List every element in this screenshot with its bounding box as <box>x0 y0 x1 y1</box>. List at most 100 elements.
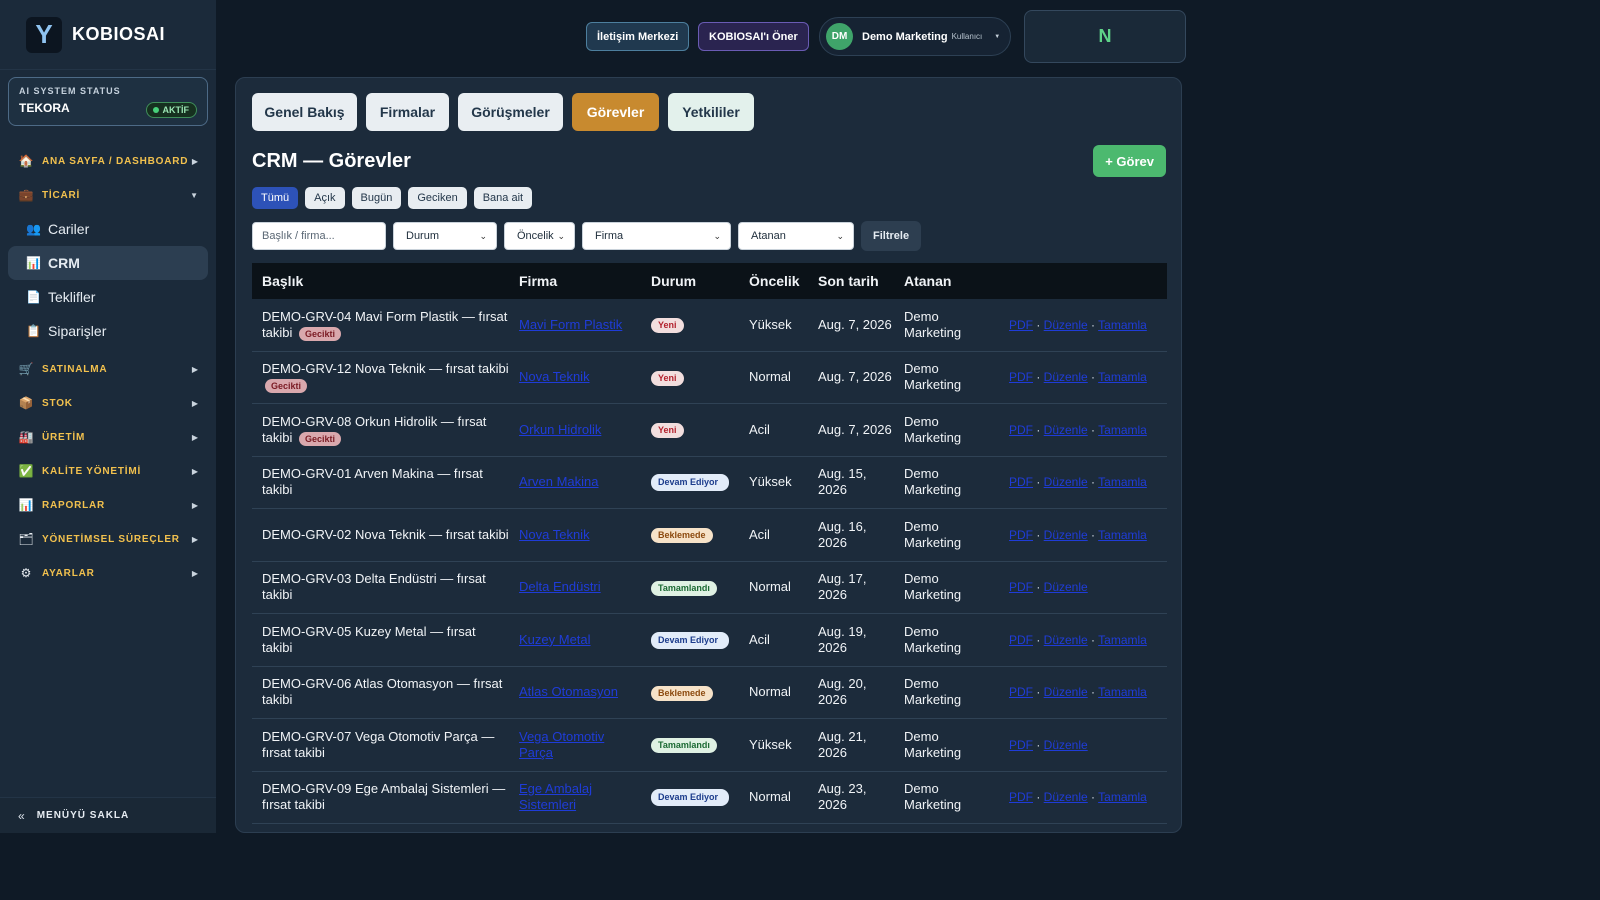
header-durum[interactable]: Durum <box>641 273 739 289</box>
collapse-menu-button[interactable]: « MENÜYÜ SAKLA <box>0 797 216 833</box>
sidebar-item-yonetimsel[interactable]: 🗂 YÖNETİMSEL SÜREÇLER ▶ <box>0 522 216 556</box>
actions-cell: PDF · Düzenle · Tamamla <box>1009 475 1147 490</box>
sidebar-item-dashboard[interactable]: 🏠 ANA SAYFA / DASHBOARD ▶ <box>0 144 216 178</box>
atanan-cell: Demo Marketing <box>904 676 962 708</box>
complete-link[interactable]: Tamamla <box>1098 423 1147 437</box>
firma-select[interactable]: Firma ⌄ <box>582 222 731 250</box>
firma-cell: Arven Makina <box>509 474 641 490</box>
firma-link[interactable]: Mavi Form Plastik <box>519 317 622 332</box>
firma-link[interactable]: Nova Teknik <box>519 369 590 384</box>
firma-link[interactable]: Ege Ambalaj Sistemleri <box>519 781 592 812</box>
actions-cell: PDF · Düzenle · Tamamla <box>1009 370 1147 385</box>
atanan-cell: Demo Marketing <box>904 361 962 393</box>
pdf-link[interactable]: PDF <box>1009 475 1033 489</box>
notification-box[interactable]: N <box>1024 10 1186 63</box>
tab-gorusmeler[interactable]: Görüşmeler <box>458 93 563 131</box>
edit-link[interactable]: Düzenle <box>1044 370 1088 384</box>
iletisim-merkezi-button[interactable]: İletişim Merkezi <box>586 22 690 51</box>
header-baslik[interactable]: Başlık <box>252 273 509 289</box>
edit-link[interactable]: Düzenle <box>1044 790 1088 804</box>
oner-button[interactable]: KOBIOSAI'ı Öner <box>698 22 809 51</box>
status-badge-label: AKTİF <box>162 105 190 115</box>
search-input[interactable]: Başlık / firma... <box>252 222 386 250</box>
complete-link[interactable]: Tamamla <box>1098 528 1147 542</box>
firma-link[interactable]: Kuzey Metal <box>519 632 591 647</box>
complete-link[interactable]: Tamamla <box>1098 685 1147 699</box>
atanan-select-value: Atanan <box>751 230 786 242</box>
firma-link[interactable]: Delta Endüstri <box>519 579 601 594</box>
firma-link[interactable]: Orkun Hidrolik <box>519 422 601 437</box>
task-title: DEMO-GRV-06 Atlas Otomasyon — fırsat tak… <box>262 676 503 708</box>
header-oncelik[interactable]: Öncelik <box>739 273 808 289</box>
complete-link[interactable]: Tamamla <box>1098 475 1147 489</box>
sidebar-item-label: Cariler <box>48 221 90 237</box>
brand[interactable]: Y KOBIOSAI <box>0 0 216 70</box>
edit-link[interactable]: Düzenle <box>1044 475 1088 489</box>
sidebar-item-siparisler[interactable]: 📋 Siparişler <box>8 314 208 348</box>
tab-genel-bakis[interactable]: Genel Bakış <box>252 93 357 131</box>
pdf-link[interactable]: PDF <box>1009 685 1033 699</box>
chevron-right-icon: ▶ <box>191 364 198 374</box>
sidebar-item-kalite[interactable]: ✅ KALİTE YÖNETİMİ ▶ <box>0 454 216 488</box>
firma-link[interactable]: Nova Teknik <box>519 527 590 542</box>
edit-link[interactable]: Düzenle <box>1044 528 1088 542</box>
sidebar-item-raporlar[interactable]: 📊 RAPORLAR ▶ <box>0 488 216 522</box>
pdf-link[interactable]: PDF <box>1009 528 1033 542</box>
pdf-link[interactable]: PDF <box>1009 790 1033 804</box>
durum-select[interactable]: Durum ⌄ <box>393 222 497 250</box>
complete-link[interactable]: Tamamla <box>1098 633 1147 647</box>
chip-bugun[interactable]: Bugün <box>351 187 402 209</box>
atanan-select[interactable]: Atanan ⌄ <box>738 222 854 250</box>
complete-link[interactable]: Tamamla <box>1098 370 1147 384</box>
edit-link[interactable]: Düzenle <box>1044 738 1088 752</box>
firma-cell: Ege Ambalaj Sistemleri <box>509 781 641 813</box>
son-tarih-cell: Aug. 7, 2026 <box>818 369 892 385</box>
tab-yetkililer[interactable]: Yetkililer <box>668 93 754 131</box>
chip-bana-ait[interactable]: Bana ait <box>473 187 533 209</box>
task-title: DEMO-GRV-03 Delta Endüstri — fırsat taki… <box>262 571 486 603</box>
sidebar-item-crm[interactable]: 📊 CRM <box>8 246 208 280</box>
tab-gorevler[interactable]: Görevler <box>572 93 659 131</box>
document-icon: 📄 <box>26 290 41 304</box>
user-menu[interactable]: DM Demo Marketing Kullanıcı ▼ <box>819 17 1011 56</box>
pdf-link[interactable]: PDF <box>1009 633 1033 647</box>
sidebar-item-uretim[interactable]: 🏭 ÜRETİM ▶ <box>0 420 216 454</box>
edit-link[interactable]: Düzenle <box>1044 633 1088 647</box>
pdf-link[interactable]: PDF <box>1009 738 1033 752</box>
edit-link[interactable]: Düzenle <box>1044 685 1088 699</box>
sidebar-item-ayarlar[interactable]: ⚙ AYARLAR ▶ <box>0 556 216 590</box>
chip-tumu[interactable]: Tümü <box>252 187 299 209</box>
sidebar-item-teklifler[interactable]: 📄 Teklifler <box>8 280 208 314</box>
header-atanan[interactable]: Atanan <box>894 273 999 289</box>
tab-firmalar[interactable]: Firmalar <box>366 93 449 131</box>
header-son-tarih[interactable]: Son tarih <box>808 273 894 289</box>
pdf-link[interactable]: PDF <box>1009 423 1033 437</box>
oncelik-select[interactable]: Öncelik ⌄ <box>504 222 575 250</box>
task-title: DEMO-GRV-12 Nova Teknik — fırsat takibi <box>262 361 509 377</box>
filter-button[interactable]: Filtrele <box>861 221 922 251</box>
chip-acik[interactable]: Açık <box>305 187 345 209</box>
brand-logo: Y <box>26 16 62 53</box>
caret-down-icon: ▼ <box>994 33 1001 40</box>
edit-link[interactable]: Düzenle <box>1044 318 1088 332</box>
avatar: DM <box>826 23 853 50</box>
sidebar-item-satinalma[interactable]: 🛒 SATINALMA ▶ <box>0 352 216 386</box>
firma-link[interactable]: Vega Otomotiv Parça <box>519 729 604 760</box>
pdf-link[interactable]: PDF <box>1009 580 1033 594</box>
sidebar-item-stok[interactable]: 📦 STOK ▶ <box>0 386 216 420</box>
sidebar-item-ticari[interactable]: 💼 TİCARİ ▼ <box>0 178 216 212</box>
header-firma[interactable]: Firma <box>509 273 641 289</box>
complete-link[interactable]: Tamamla <box>1098 790 1147 804</box>
complete-link[interactable]: Tamamla <box>1098 318 1147 332</box>
firma-link[interactable]: Atlas Otomasyon <box>519 684 618 699</box>
firma-link[interactable]: Arven Makina <box>519 474 598 489</box>
atanan-cell: Demo Marketing <box>904 466 962 498</box>
sidebar-item-cariler[interactable]: 👥 Cariler <box>8 212 208 246</box>
chip-geciken[interactable]: Geciken <box>408 187 467 209</box>
pdf-link[interactable]: PDF <box>1009 318 1033 332</box>
edit-link[interactable]: Düzenle <box>1044 580 1088 594</box>
add-task-button[interactable]: + Görev <box>1093 145 1166 177</box>
edit-link[interactable]: Düzenle <box>1044 423 1088 437</box>
sidebar-item-label: CRM <box>48 255 80 271</box>
pdf-link[interactable]: PDF <box>1009 370 1033 384</box>
